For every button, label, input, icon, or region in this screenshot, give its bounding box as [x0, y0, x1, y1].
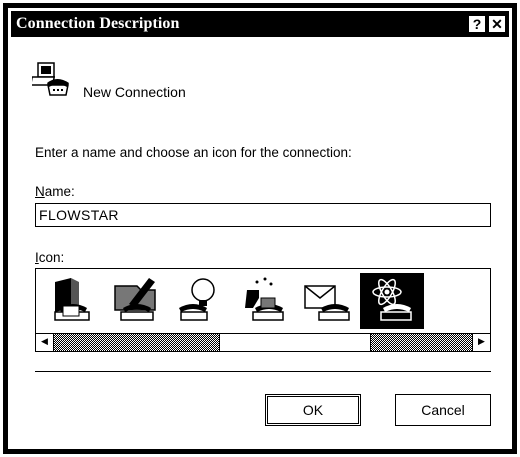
name-label: Name:	[35, 184, 75, 199]
icon-label: Icon:	[35, 250, 65, 265]
horizontal-scrollbar[interactable]: ◀ ▶	[36, 333, 490, 351]
window-title: Connection Description	[16, 15, 180, 32]
envelope-phone-icon[interactable]	[296, 273, 360, 329]
dial-up-connection-icon	[29, 61, 72, 99]
icon-list[interactable]: ◀ ▶	[35, 268, 491, 352]
chemistry-phone-icon[interactable]	[232, 273, 296, 329]
name-input[interactable]: FLOWSTAR	[35, 203, 491, 227]
icon-label-rest: con:	[38, 250, 65, 265]
help-button[interactable]: ?	[468, 15, 486, 33]
atom-phone-icon[interactable]	[360, 273, 424, 329]
ok-button[interactable]: OK	[265, 394, 361, 426]
lightbulb-phone-icon[interactable]	[168, 273, 232, 329]
connection-description-dialog: Connection Description ? ✕ New Connectio…	[7, 7, 513, 450]
close-button[interactable]: ✕	[488, 15, 506, 33]
separator	[35, 371, 491, 372]
book-phone-icon[interactable]	[40, 273, 104, 329]
cancel-button[interactable]: Cancel	[395, 394, 491, 426]
scroll-thumb[interactable]	[218, 334, 371, 351]
scroll-right-button[interactable]: ▶	[472, 334, 490, 351]
icon-row	[36, 269, 490, 333]
name-label-rest: ame:	[44, 184, 75, 199]
scroll-left-button[interactable]: ◀	[36, 334, 54, 351]
connection-name-heading: New Connection	[83, 84, 186, 100]
instruction-text: Enter a name and choose an icon for the …	[35, 145, 352, 160]
folder-pen-phone-icon[interactable]	[104, 273, 168, 329]
title-bar[interactable]: Connection Description ? ✕	[11, 11, 509, 37]
